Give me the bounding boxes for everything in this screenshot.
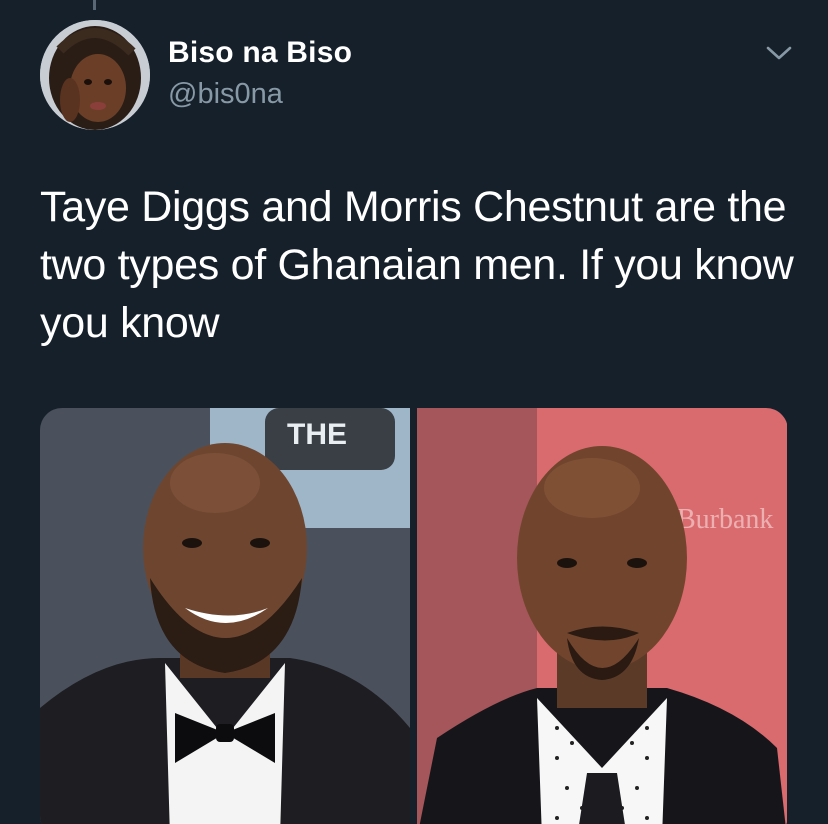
chevron-down-icon[interactable] [762, 40, 796, 64]
avatar[interactable] [40, 20, 150, 130]
photo-right[interactable]: Burbank [417, 408, 787, 824]
backdrop-sign-text: THE [287, 418, 347, 451]
display-name[interactable]: Biso na Biso [168, 36, 352, 70]
backdrop-text: Burbank [677, 504, 773, 535]
thread-line [93, 0, 96, 10]
media-grid: THE Burbank [40, 408, 788, 824]
user-handle[interactable]: @bis0na [168, 78, 283, 111]
photo-left[interactable]: THE [40, 408, 410, 824]
tweet: Biso na Biso @bis0na Taye Diggs and Morr… [0, 0, 828, 824]
tweet-text: Taye Diggs and Morris Chestnut are the t… [40, 183, 794, 347]
